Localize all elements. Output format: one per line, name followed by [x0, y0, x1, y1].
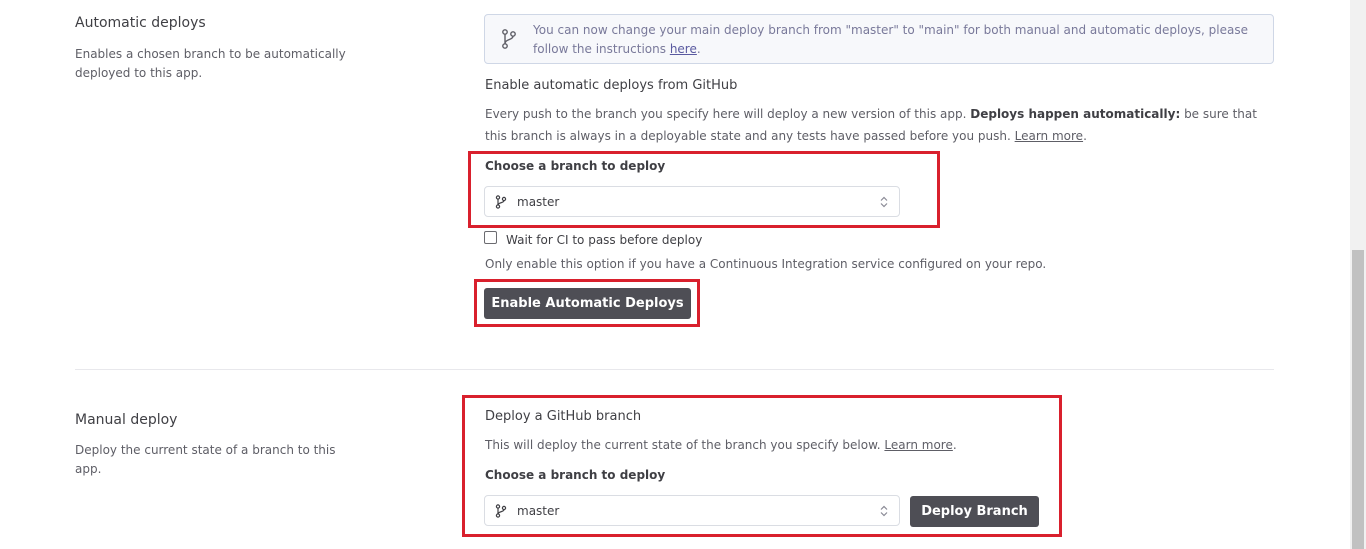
select-arrows-icon: [869, 196, 899, 208]
automatic-branch-select[interactable]: master: [484, 186, 900, 217]
manual-info-text: This will deploy the current state of th…: [485, 434, 957, 456]
automatic-learn-more-link[interactable]: Learn more: [1015, 129, 1083, 143]
deploy-branch-button[interactable]: Deploy Branch: [910, 496, 1039, 527]
manual-deploy-description: Deploy the current state of a branch to …: [75, 443, 336, 476]
git-branch-icon: [485, 194, 517, 209]
git-branch-icon: [485, 503, 517, 518]
manual-branch-value: master: [517, 503, 560, 518]
section-divider: [75, 369, 1274, 370]
main-branch-notice: You can now change your main deploy bran…: [484, 14, 1274, 64]
automatic-info-bold: Deploys happen automatically:: [970, 107, 1181, 121]
select-arrows-icon: [869, 505, 899, 517]
enable-automatic-deploys-button[interactable]: Enable Automatic Deploys: [484, 288, 691, 319]
automatic-choose-branch-label: Choose a branch to deploy: [485, 159, 666, 173]
automatic-deploys-title: Automatic deploys: [75, 15, 206, 31]
wait-for-ci-checkbox[interactable]: [484, 231, 497, 244]
automatic-deploys-description: Enables a chosen branch to be automatica…: [75, 47, 346, 80]
deploy-settings-page: Automatic deploys Enables a chosen branc…: [0, 0, 1366, 549]
enable-automatic-heading: Enable automatic deploys from GitHub: [485, 78, 738, 93]
manual-deploy-title: Manual deploy: [75, 412, 178, 428]
automatic-info-text: Every push to the branch you specify her…: [485, 103, 1275, 147]
notice-text: You can now change your main deploy bran…: [533, 15, 1263, 59]
manual-info-tail: .: [952, 438, 957, 452]
automatic-info-tail: .: [1083, 129, 1087, 143]
notice-here-link[interactable]: here: [670, 42, 697, 56]
manual-choose-branch-label: Choose a branch to deploy: [485, 468, 666, 482]
notice-body: You can now change your main deploy bran…: [533, 23, 1249, 56]
manual-info-part1: This will deploy the current state of th…: [485, 438, 885, 452]
scrollbar-thumb[interactable]: [1352, 250, 1364, 549]
notice-tail: .: [696, 42, 701, 56]
deploy-github-branch-heading: Deploy a GitHub branch: [485, 409, 642, 424]
manual-learn-more-link[interactable]: Learn more: [884, 438, 952, 452]
automatic-info-part1: Every push to the branch you specify her…: [485, 107, 971, 121]
git-branch-icon: [485, 15, 533, 63]
ci-help-text: Only enable this option if you have a Co…: [485, 257, 1047, 271]
manual-branch-select[interactable]: master: [484, 495, 900, 526]
automatic-branch-value: master: [517, 194, 560, 209]
wait-for-ci-label: Wait for CI to pass before deploy: [506, 233, 703, 247]
